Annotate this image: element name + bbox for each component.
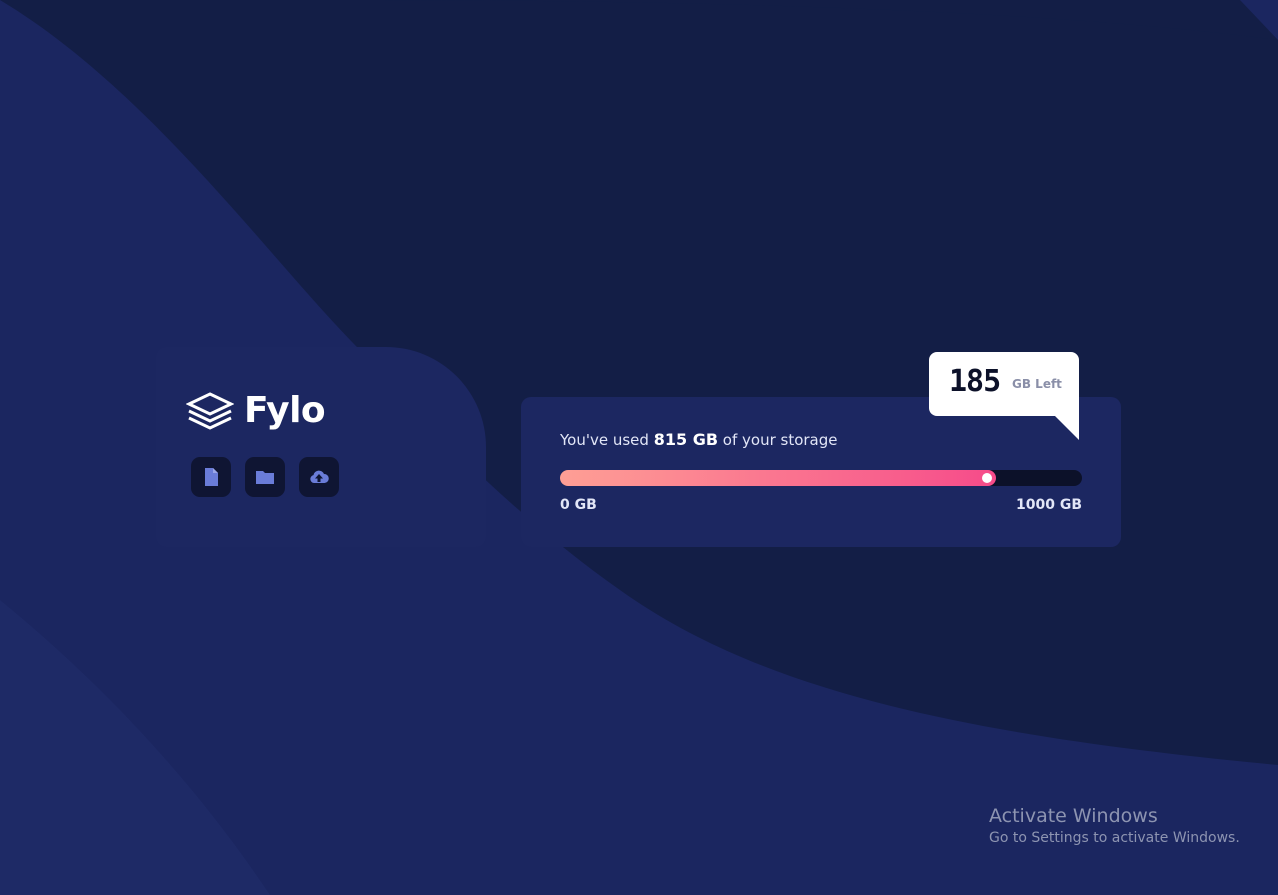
activate-windows-watermark: Activate Windows Go to Settings to activ…: [989, 804, 1240, 848]
watermark-subtitle: Go to Settings to activate Windows.: [989, 830, 1240, 846]
used-amount: 815 GB: [653, 430, 719, 449]
brand-card: Fylo: [156, 347, 486, 547]
usage-prefix: You've used: [560, 431, 649, 449]
folder-icon: [256, 471, 274, 484]
scale-max-label: 1000 GB: [1015, 497, 1082, 513]
remaining-unit: GB Left: [1012, 377, 1062, 391]
storage-card: You've used 815 GB of your storage 0 GB …: [521, 397, 1121, 547]
upload-icon: [310, 470, 329, 483]
usage-suffix: of your storage: [722, 431, 838, 449]
callout-tail: [1055, 416, 1079, 440]
document-button[interactable]: [191, 457, 231, 497]
layers-logo-icon: [186, 392, 234, 430]
brand-name: Fylo: [244, 390, 326, 431]
folder-button[interactable]: [245, 457, 285, 497]
progress-indicator-dot: [982, 473, 992, 483]
scale-min-label: 0 GB: [560, 497, 597, 513]
remaining-amount: 185: [949, 364, 1001, 399]
storage-usage-text: You've used 815 GB of your storage: [560, 430, 838, 449]
storage-progress-fill: [560, 470, 996, 486]
watermark-title: Activate Windows: [989, 805, 1158, 827]
action-buttons: [191, 457, 339, 497]
remaining-storage-callout: 185 GB Left: [929, 352, 1079, 416]
document-icon: [205, 468, 218, 486]
storage-progress-bar: [560, 470, 1082, 486]
upload-button[interactable]: [299, 457, 339, 497]
fylo-logo: Fylo: [186, 390, 326, 431]
